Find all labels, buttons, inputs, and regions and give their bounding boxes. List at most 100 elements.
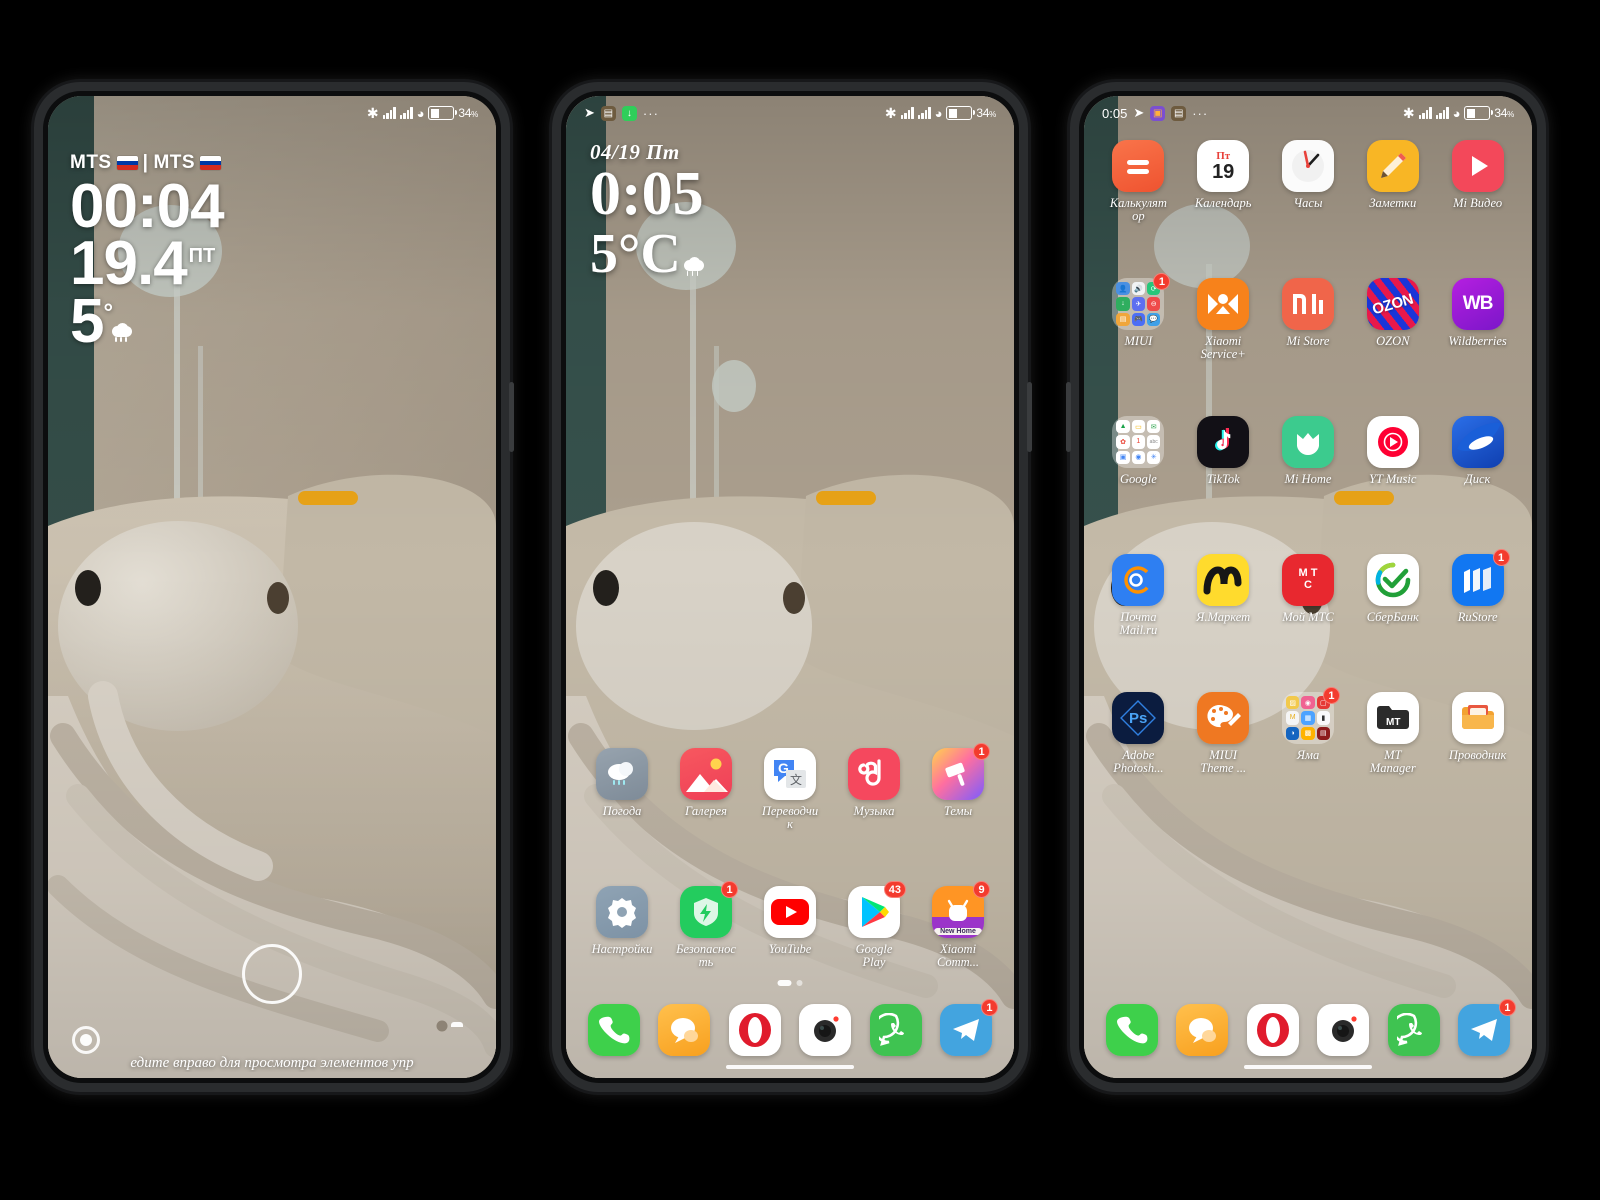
- app-label: Диск: [1464, 472, 1491, 486]
- camera-app-icon[interactable]: [799, 1004, 852, 1056]
- app-folder-google[interactable]: ▲ ▭ ✉ ✿ 1 abc ▣ ◉ ✳ Google: [1096, 416, 1181, 486]
- widget-temp: 5°C: [590, 226, 990, 282]
- unlock-ring[interactable]: [242, 944, 302, 1004]
- app-sberbank[interactable]: СберБанк: [1350, 554, 1435, 638]
- phone-home-first-page: 0:05 ➤ ▣ ▤ ··· ✱ ◕ 34% Калькулятор Пт 19…: [1066, 82, 1546, 1092]
- badge-count: 9: [973, 881, 990, 898]
- photoshop-express-icon: Ps: [1112, 692, 1165, 744]
- app-yt-music[interactable]: YT Music: [1350, 416, 1435, 486]
- mi-home-icon: [1281, 416, 1334, 468]
- settings-app-icon: [596, 886, 648, 938]
- carrier-label: MTS | MTS: [70, 152, 474, 174]
- app-notes[interactable]: Заметки: [1350, 140, 1435, 224]
- app-mt-manager[interactable]: MT MT Manager: [1350, 692, 1435, 776]
- navigation-bar-handle[interactable]: [1244, 1065, 1372, 1069]
- clock-weather-widget[interactable]: 04/19 Пт 0:05 5°C: [566, 140, 1014, 282]
- telegram-icon[interactable]: 1: [939, 999, 998, 1056]
- app-grid-row-5: Ps Adobe Photosh... MIUI Theme ... ▨ ◉ ▢ M…: [1084, 687, 1532, 776]
- app-grid-row-2: Настройки 1 Безопасность YouTube 43 Goog…: [566, 881, 1014, 970]
- app-label: RuStore: [1457, 610, 1498, 624]
- screen-home-2[interactable]: ➤ ▤ ↓ ··· ✱ ◕ 34% 04/19 Пт 0:05 5°C Пого…: [566, 96, 1014, 1078]
- whatsapp-icon[interactable]: [1387, 1004, 1440, 1056]
- app-perevodchik[interactable]: G文 Переводчик: [748, 748, 832, 832]
- app-label: Погода: [602, 804, 642, 818]
- voice-recorder-shortcut[interactable]: [72, 1026, 102, 1056]
- xiaomi-community-icon: New Home 9: [932, 881, 990, 938]
- app-temy[interactable]: 1 Темы: [916, 743, 1000, 832]
- app-label: Adobe Photosh...: [1113, 748, 1164, 776]
- status-bar: ➤ ▤ ↓ ··· ✱ ◕ 34%: [566, 96, 1014, 130]
- badge-count: 1: [1498, 999, 1516, 1016]
- power-button[interactable]: [509, 382, 514, 452]
- camera-shortcut[interactable]: [442, 1026, 472, 1056]
- app-label: Google: [1119, 472, 1157, 486]
- app-tiktok[interactable]: TikTok: [1181, 416, 1266, 486]
- app-folder-yama[interactable]: ▨ ◉ ▢ M ▦ ▮ ◑ ▩ ▤ 1 Яма: [1266, 687, 1351, 776]
- whatsapp-icon[interactable]: [869, 1004, 922, 1056]
- bluetooth-icon: ✱: [884, 104, 897, 121]
- app-label: Настройки: [591, 942, 653, 956]
- rain-icon: [683, 257, 706, 277]
- app-pogoda[interactable]: Погода: [580, 748, 664, 832]
- app-ozon[interactable]: OZON OZON: [1350, 278, 1435, 362]
- telegram-icon[interactable]: 1: [1457, 999, 1516, 1056]
- app-bezopasnost[interactable]: 1 Безопасность: [664, 881, 748, 970]
- ozon-icon: OZON: [1366, 278, 1419, 330]
- mi-store-icon: [1281, 278, 1334, 330]
- power-button[interactable]: [1066, 382, 1071, 452]
- messages-icon[interactable]: [1176, 1004, 1229, 1056]
- wifi-icon: ◕: [1452, 105, 1461, 121]
- app-youtube[interactable]: YouTube: [748, 886, 832, 970]
- signal-icon-sim2: [399, 107, 413, 119]
- app-label: Безопасность: [676, 942, 736, 970]
- battery-percent: 34%: [976, 106, 996, 120]
- carrier-sim2-text: MTS: [153, 152, 196, 173]
- app-google-play[interactable]: 43 Google Play: [832, 881, 916, 970]
- russia-flag-icon: [116, 156, 138, 170]
- navigation-bar-handle[interactable]: [726, 1065, 854, 1069]
- tiktok-icon: [1197, 416, 1250, 468]
- app-folder-miui[interactable]: 👤 🔊 ⟳ ↓ ✈ ⊖ ▤ 🎮 💬 1 MIUI: [1096, 273, 1181, 362]
- app-muzyka[interactable]: Музыка: [832, 748, 916, 832]
- app-grid-row-2: 👤 🔊 ⟳ ↓ ✈ ⊖ ▤ 🎮 💬 1 MIUI Xiaomi Service+ Mi St…: [1084, 273, 1532, 362]
- miui-theme-editor-icon: [1197, 692, 1250, 744]
- more-dots-icon: ···: [1192, 105, 1209, 121]
- badge-count: 1: [1492, 549, 1510, 566]
- signal-icon-sim1: [382, 107, 396, 119]
- app-mi-video[interactable]: Mi Видео: [1435, 140, 1520, 224]
- carrier-sim1-text: MTS: [70, 152, 112, 173]
- app-mi-store[interactable]: Mi Store: [1266, 278, 1351, 362]
- opera-icon[interactable]: [728, 1004, 781, 1056]
- mi-video-icon: [1451, 140, 1504, 192]
- app-miui-theme-editor[interactable]: MIUI Theme ...: [1181, 692, 1266, 776]
- svg-text:MT: MT: [1386, 717, 1400, 728]
- app-grid-row-4: Почта Mail.ru Я.Маркет М ТС Мой МТС Сбер…: [1084, 549, 1532, 638]
- screen-lockscreen[interactable]: ✱ ◕ 34% MTS | MTS 00:04 19.4 ПТ 5° едите…: [48, 96, 496, 1078]
- app-moy-mts[interactable]: М ТС Мой МТС: [1266, 554, 1351, 638]
- page-indicator[interactable]: [777, 980, 803, 986]
- app-calendar[interactable]: Пт 19 Календарь: [1181, 140, 1266, 224]
- power-button[interactable]: [1027, 382, 1032, 452]
- app-galereya[interactable]: Галерея: [664, 748, 748, 832]
- app-yandex-disk[interactable]: Диск: [1435, 416, 1520, 486]
- app-xiaomi-service[interactable]: Xiaomi Service+: [1181, 278, 1266, 362]
- app-yandex-market[interactable]: Я.Маркет: [1181, 554, 1266, 638]
- camera-app-icon[interactable]: [1317, 1004, 1370, 1056]
- status-clock: 0:05: [1102, 105, 1128, 121]
- app-mail-ru[interactable]: Почта Mail.ru: [1096, 554, 1181, 638]
- app-photoshop-express[interactable]: Ps Adobe Photosh...: [1096, 692, 1181, 776]
- app-clock[interactable]: Часы: [1266, 140, 1351, 224]
- screen-home-1[interactable]: 0:05 ➤ ▣ ▤ ··· ✱ ◕ 34% Калькулятор Пт 19…: [1084, 96, 1532, 1078]
- app-xiaomi-community[interactable]: New Home 9 Xiaomi Comm...: [916, 881, 1000, 970]
- app-file-explorer[interactable]: Проводник: [1435, 692, 1520, 776]
- phone-icon[interactable]: [588, 1004, 640, 1056]
- app-calculator[interactable]: Калькулятор: [1096, 140, 1181, 224]
- app-rustore[interactable]: 1 RuStore: [1435, 549, 1520, 638]
- messages-icon[interactable]: [658, 1004, 711, 1056]
- opera-icon[interactable]: [1246, 1004, 1299, 1056]
- phone-icon[interactable]: [1106, 1004, 1158, 1056]
- app-mi-home[interactable]: Mi Home: [1266, 416, 1351, 486]
- app-wildberries[interactable]: WB Wildberries: [1435, 278, 1520, 362]
- app-nastroyki[interactable]: Настройки: [580, 886, 664, 970]
- mi-music-icon: [848, 748, 900, 800]
